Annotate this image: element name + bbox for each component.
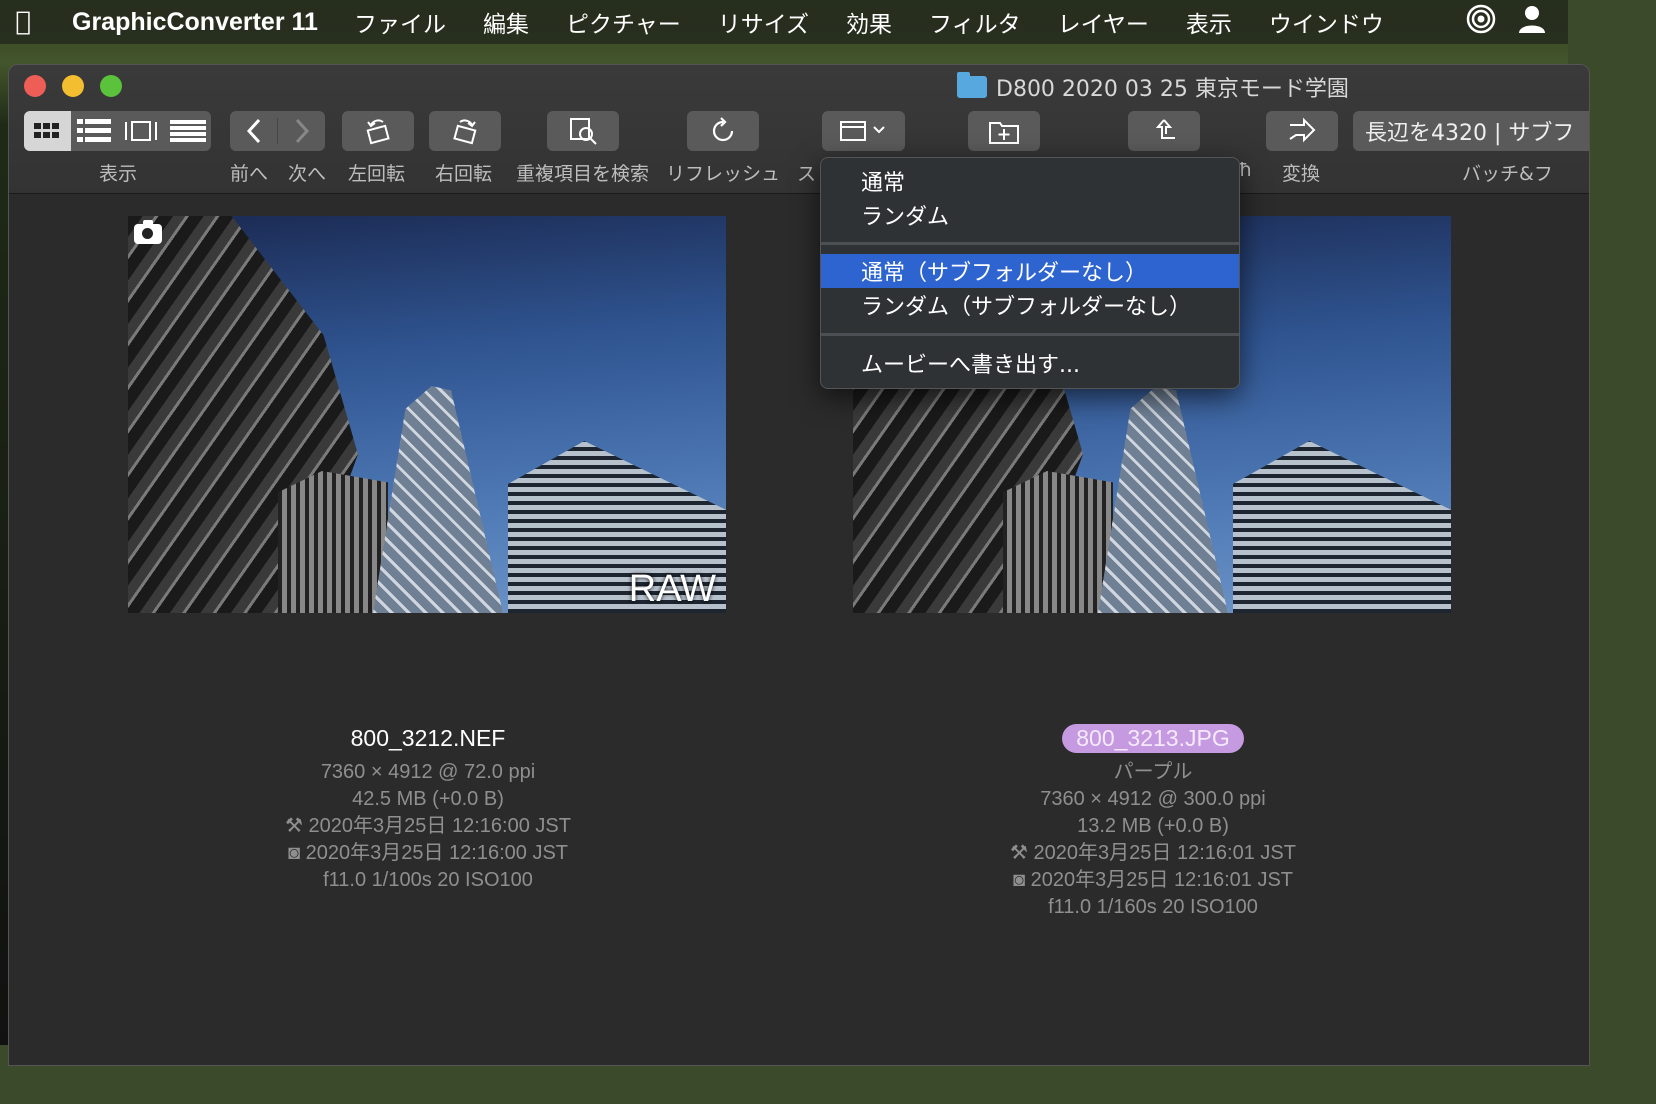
captured-date: 2020年3月25日 12:16:00 JST [305, 842, 569, 864]
menu-separator [821, 242, 1239, 245]
slideshow-icon [839, 121, 885, 141]
file-exposure: f11.0 1/160s 20 ISO100 [1048, 896, 1258, 918]
rotate-right-label: 右回転 [435, 163, 493, 185]
new-folder-button[interactable] [968, 111, 1040, 151]
convert-icon [1289, 117, 1316, 143]
next-label: 次へ [288, 163, 327, 185]
menu-picture[interactable]: ピクチャー [566, 5, 681, 39]
file-name[interactable]: 800_3213.JPG [1062, 724, 1244, 753]
menu-filter[interactable]: フィルタ [929, 5, 1021, 39]
detail-list-view-icon[interactable] [164, 111, 211, 151]
window-title-text: D800 2020 03 25 東京モード学園 [996, 77, 1349, 102]
menu-item-random-no-subfolders[interactable]: ランダム（サブフォルダーなし） [821, 288, 1239, 322]
raw-badge: RAW [628, 568, 716, 610]
menu-edit[interactable]: 編集 [483, 5, 529, 39]
rotate-left-label: 左回転 [348, 163, 406, 185]
find-duplicates-icon [570, 118, 597, 145]
prev-label: 前へ [230, 163, 269, 185]
menu-item-export-movie[interactable]: ムービーへ書き出す... [821, 346, 1239, 380]
menu-file[interactable]: ファイル [354, 5, 446, 39]
modified-date: 2020年3月25日 12:16:00 JST [308, 815, 571, 837]
find-duplicates-button[interactable] [547, 111, 619, 151]
menu-separator [821, 333, 1239, 336]
menu-item-random[interactable]: ランダム [821, 198, 1239, 232]
menu-item-normal-no-subfolders[interactable]: 通常（サブフォルダーなし） [821, 254, 1239, 288]
menu-layer[interactable]: レイヤー [1058, 5, 1149, 39]
refresh-button[interactable] [687, 111, 759, 151]
user-icon[interactable] [1518, 4, 1546, 40]
view-label: 表示 [99, 163, 138, 185]
filmstrip-view-icon[interactable] [118, 111, 165, 151]
find-duplicates-label: 重複項目を検索 [516, 163, 650, 185]
close-button[interactable] [24, 75, 46, 97]
convert-button[interactable] [1266, 111, 1338, 151]
hammer-icon: ⚒ [285, 815, 303, 837]
file-captured: ◙ 2020年3月25日 12:16:01 JST [853, 867, 1453, 894]
thumbnail-grid: RAW 800_3212.NEF 7360 × 4912 @ 72.0 ppi … [9, 194, 1589, 1065]
slideshow-button[interactable] [822, 111, 905, 151]
menu-view[interactable]: 表示 [1186, 5, 1232, 39]
rotate-right-icon [453, 119, 477, 145]
rotate-right-button[interactable] [429, 111, 501, 151]
file-name[interactable]: 800_3212.NEF [337, 724, 520, 753]
menu-window[interactable]: ウインドウ [1269, 5, 1384, 39]
camera-outline-icon: ◙ [1012, 869, 1026, 891]
move-button[interactable] [1128, 111, 1200, 151]
folder-icon [957, 72, 987, 98]
rotate-left-button[interactable] [342, 111, 414, 151]
camera-icon [134, 220, 162, 244]
file-info-nef: 800_3212.NEF 7360 × 4912 @ 72.0 ppi 42.5… [128, 724, 728, 894]
camera-outline-icon: ◙ [287, 842, 301, 864]
new-folder-icon [989, 122, 1019, 144]
convert-label: 変換 [1282, 163, 1321, 185]
file-dimensions: 7360 × 4912 @ 300.0 ppi [1040, 788, 1266, 810]
file-info-jpg: 800_3213.JPG パープル 7360 × 4912 @ 300.0 pp… [853, 724, 1453, 921]
browser-window: D800 2020 03 25 東京モード学園 表示 前へ 次へ 左回転 右回転… [8, 64, 1590, 1066]
nav-buttons [230, 111, 325, 151]
file-dimensions: 7360 × 4912 @ 72.0 ppi [320, 761, 536, 783]
file-exposure: f11.0 1/100s 20 ISO100 [323, 869, 533, 891]
rotate-left-icon [366, 119, 390, 145]
file-size: 13.2 MB (+0.0 B) [1077, 815, 1229, 837]
window-title: D800 2020 03 25 東京モード学園 [957, 71, 1349, 103]
move-label: ħ [1239, 159, 1253, 181]
menu-item-normal[interactable]: 通常 [821, 164, 1239, 198]
apple-icon[interactable]:  [0, 7, 46, 37]
menu-effect[interactable]: 効果 [846, 5, 892, 39]
zoom-button[interactable] [100, 75, 122, 97]
file-modified: ⚒ 2020年3月25日 12:16:01 JST [853, 840, 1453, 867]
refresh-label: リフレッシュ [666, 163, 781, 185]
slideshow-label: ス [797, 163, 817, 185]
thumbnail-image-nef[interactable]: RAW [128, 216, 726, 613]
next-button[interactable] [277, 118, 325, 144]
app-menu[interactable]: GraphicConverter 11 [72, 8, 318, 37]
hammer-icon: ⚒ [1010, 842, 1028, 864]
captured-date: 2020年3月25日 12:16:01 JST [1030, 869, 1294, 891]
target-icon[interactable] [1466, 4, 1496, 40]
list-view-icon[interactable] [71, 111, 118, 151]
menu-resize[interactable]: リサイズ [718, 5, 809, 39]
grid-view-icon[interactable] [24, 111, 71, 151]
file-color-label: パープル [1113, 761, 1193, 783]
batch-label: バッチ&フ [1462, 163, 1553, 185]
slideshow-menu: 通常 ランダム 通常（サブフォルダーなし） ランダム（サブフォルダーなし） ムー… [820, 157, 1240, 389]
refresh-icon [712, 117, 734, 142]
file-captured: ◙ 2020年3月25日 12:16:00 JST [128, 840, 728, 867]
modified-date: 2020年3月25日 12:16:01 JST [1033, 842, 1296, 864]
file-size: 42.5 MB (+0.0 B) [352, 788, 504, 810]
window-toolbar: D800 2020 03 25 東京モード学園 表示 前へ 次へ 左回転 右回転… [9, 65, 1589, 194]
minimize-button[interactable] [62, 75, 84, 97]
menu-bar:  GraphicConverter 11 ファイル 編集 ピクチャー リサイズ… [0, 0, 1568, 44]
file-modified: ⚒ 2020年3月25日 12:16:00 JST [128, 813, 728, 840]
view-mode-control [24, 111, 211, 151]
prev-button[interactable] [230, 118, 277, 144]
move-icon [1155, 119, 1175, 139]
batch-button[interactable]: 長辺を4320 | サブフ [1353, 111, 1589, 151]
